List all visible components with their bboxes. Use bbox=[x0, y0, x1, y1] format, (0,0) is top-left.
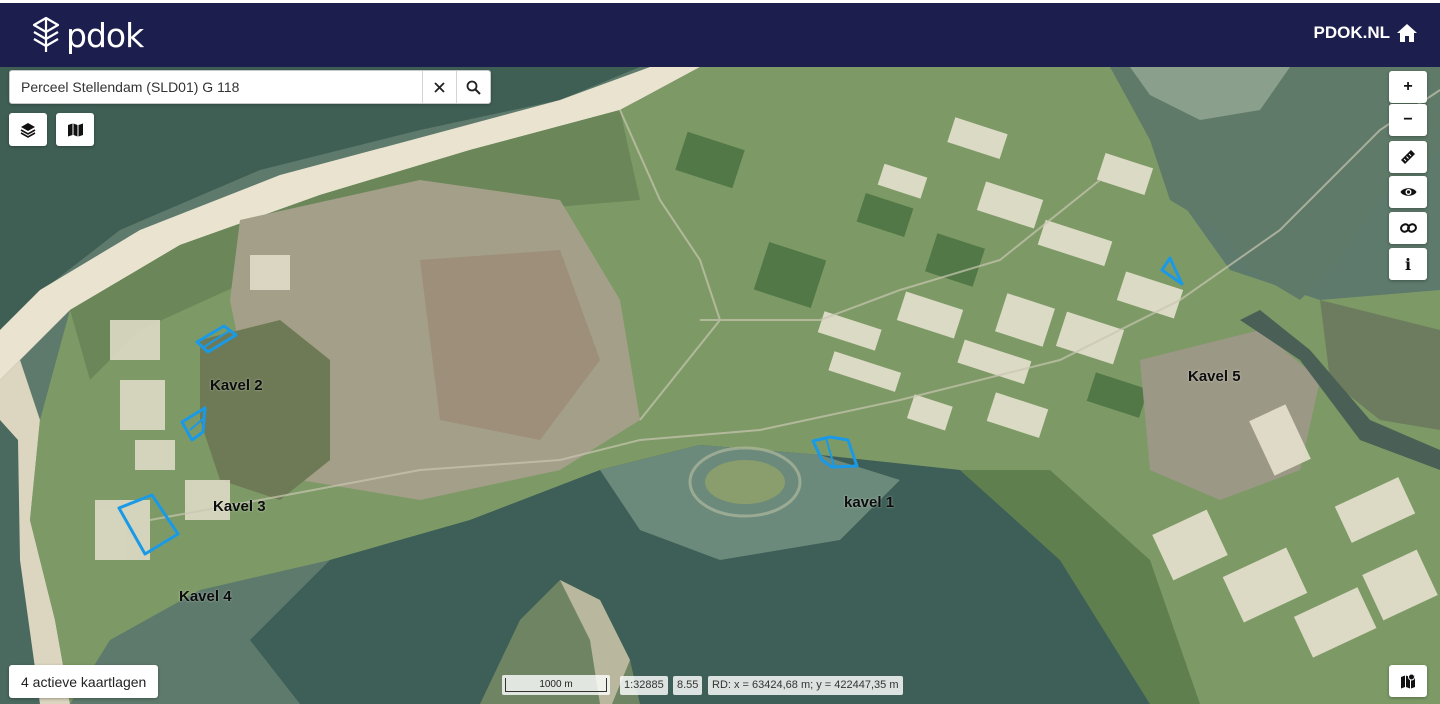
pdok-layers-logo-icon bbox=[32, 16, 60, 52]
minus-icon: − bbox=[1403, 111, 1413, 128]
share-link-button[interactable] bbox=[1389, 212, 1427, 244]
kavel-5-label: Kavel 5 bbox=[1188, 368, 1241, 385]
plus-icon: + bbox=[1403, 78, 1413, 95]
scale-bar-label: 1000 m bbox=[505, 678, 607, 692]
kavel-2-label: Kavel 2 bbox=[210, 377, 263, 394]
zoom-in-button[interactable]: + bbox=[1389, 71, 1427, 103]
basemap-button[interactable] bbox=[56, 113, 94, 146]
kavel-4-label: Kavel 4 bbox=[179, 588, 232, 605]
app-header: pdok PDOK.NL bbox=[0, 0, 1440, 67]
layers-button[interactable] bbox=[9, 113, 47, 146]
map-legend-icon bbox=[1401, 673, 1415, 689]
brand-name: pdok bbox=[66, 15, 144, 55]
pdok-logo[interactable]: pdok bbox=[30, 15, 144, 55]
visibility-button[interactable] bbox=[1389, 176, 1427, 208]
search-bar bbox=[9, 70, 491, 104]
kavel-3-parcel[interactable] bbox=[180, 406, 207, 442]
home-link-label: PDOK.NL bbox=[1313, 23, 1391, 42]
kavel-5-parcel[interactable] bbox=[1160, 256, 1184, 286]
measure-button[interactable] bbox=[1389, 141, 1427, 173]
eye-icon bbox=[1400, 188, 1416, 196]
layers-icon bbox=[20, 122, 36, 138]
active-layers-button[interactable]: 4 actieve kaartlagen bbox=[9, 665, 159, 698]
clear-search-button[interactable] bbox=[422, 71, 456, 103]
search-button[interactable] bbox=[456, 71, 490, 103]
map-icon bbox=[67, 123, 83, 136]
map-view[interactable]: kavel 1 Kavel 2 Kavel 3 Kavel 4 Kavel 5 bbox=[0, 67, 1440, 704]
close-icon bbox=[434, 81, 445, 93]
search-icon bbox=[466, 80, 481, 95]
map-scale: 1:32885 bbox=[620, 676, 668, 695]
cursor-coordinates: RD: x = 63424,68 m; y = 422447,35 m bbox=[708, 676, 903, 695]
legend-button[interactable] bbox=[1389, 665, 1427, 697]
info-icon: i bbox=[1404, 254, 1412, 274]
kavel-3-label: Kavel 3 bbox=[213, 498, 266, 515]
home-link[interactable]: PDOK.NL bbox=[1314, 23, 1419, 43]
link-icon bbox=[1399, 223, 1417, 233]
kavel-1-label: kavel 1 bbox=[844, 494, 895, 511]
home-icon bbox=[1397, 24, 1417, 42]
zoom-out-button[interactable]: − bbox=[1389, 104, 1427, 136]
ruler-icon bbox=[1401, 150, 1415, 164]
kavel-1-parcel[interactable] bbox=[811, 435, 859, 469]
info-button[interactable]: i bbox=[1389, 248, 1427, 280]
zoom-level: 8.55 bbox=[673, 676, 703, 695]
scale-bar: 1000 m bbox=[502, 675, 610, 695]
search-input[interactable] bbox=[10, 71, 422, 103]
kavel-4-parcel[interactable] bbox=[117, 493, 180, 556]
